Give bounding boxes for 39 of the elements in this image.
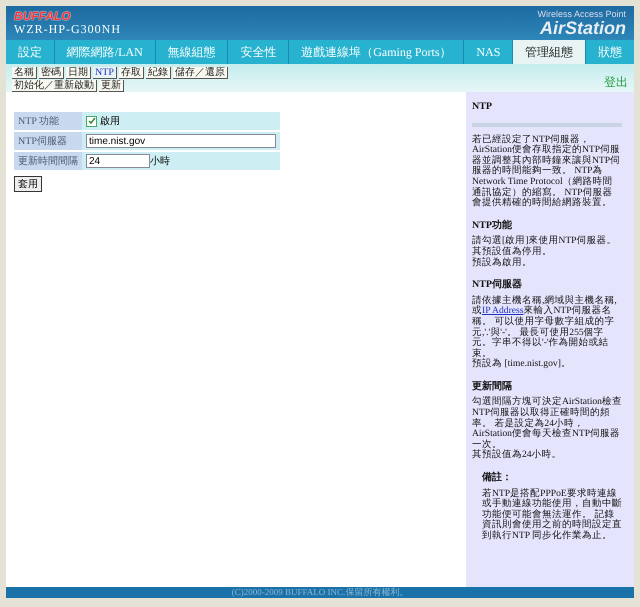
subnav-tab[interactable]: 密碼: [39, 67, 64, 79]
field-label: NTP伺服器: [14, 132, 82, 150]
field-label: NTP 功能: [14, 112, 82, 130]
help-heading: NTP伺服器: [472, 280, 523, 291]
subnav-tab[interactable]: 名稱: [12, 67, 37, 79]
product-logo: AirStation: [540, 19, 626, 37]
help-text: 請依據主機名稱,網域與主機名稱,或IP Address來輸入NTP伺服器名稱。 可以使用字母數字組成的字元,'.'與'-'。 最長可使用255個字元。字串不得以'-'作為開始或結束。: [472, 296, 618, 359]
help-link[interactable]: IP Address: [482, 305, 524, 316]
help-text: 其預設值為停用。: [472, 246, 553, 257]
subnav-tab[interactable]: 更新: [99, 80, 124, 92]
help-text: 若已經設定了NTP伺服器，AirStation便會存取指定的NTP伺服器並調整其內部時鐘來讓與NTP伺服器的時間能夠一致。 NTP為Network Time Protocol（網路時間通訊協定）的縮寫。 NTP伺服器會提供精確的時間給網路裝置。: [472, 134, 622, 209]
checkbox-label: 啟用: [100, 115, 120, 128]
note-heading: 備註：: [482, 473, 513, 484]
unit-label: 小時: [150, 156, 170, 167]
brand-logo: BUFFALO: [14, 10, 72, 22]
help-text: 勾選間隔方塊可決定AirStation檢查NTP伺服器以取得正確時間的頻率。 若是設定為24小時，AirStation便會每天檢查NTP伺服器一次。: [472, 397, 622, 450]
subnav-tab[interactable]: NTP: [93, 67, 117, 79]
subnav-tab[interactable]: 日期: [66, 67, 91, 79]
subnav-tab[interactable]: 儲存／還原: [172, 67, 228, 79]
help-heading: NTP功能: [472, 220, 513, 232]
apply-button[interactable]: 套用: [14, 176, 42, 192]
checkbox[interactable]: [86, 116, 97, 126]
help-title: NTP: [472, 102, 493, 113]
subnav-tab[interactable]: 存取: [118, 67, 144, 79]
copyright-footer: (C)2000-2009 BUFFALO INC.保留所有權利。: [6, 587, 634, 598]
help-text: 預設為啟用。: [472, 258, 533, 268]
help-text: 其預設值為24小時。: [472, 450, 563, 462]
field-label: 更新時間間隔: [14, 152, 82, 170]
interval-field[interactable]: 24: [86, 154, 150, 168]
nav-tab[interactable]: 管理組態: [513, 40, 586, 64]
help-text: 預設為 [time.nist.gov]。: [472, 359, 572, 370]
model-name: WZR-HP-G300NH: [14, 22, 121, 36]
help-text: 請勾選[啟用]來使用NTP伺服器。: [472, 236, 618, 246]
subnav-tab[interactable]: 初始化／重新啟動: [12, 80, 97, 92]
subnav-tab[interactable]: 紀錄: [146, 67, 171, 79]
server-field[interactable]: time.nist.gov: [86, 134, 276, 148]
tagline: Wireless Access Point: [537, 9, 626, 19]
help-heading: 更新間隔: [472, 382, 513, 392]
note-text: 若NTP是搭配PPPoE要求時連線或手動連線功能使用，自動中斷功能便可能會無法運作。 記錄資訊則會使用之前的時間設定直到執行NTP 同步化作業為止。: [482, 488, 622, 542]
